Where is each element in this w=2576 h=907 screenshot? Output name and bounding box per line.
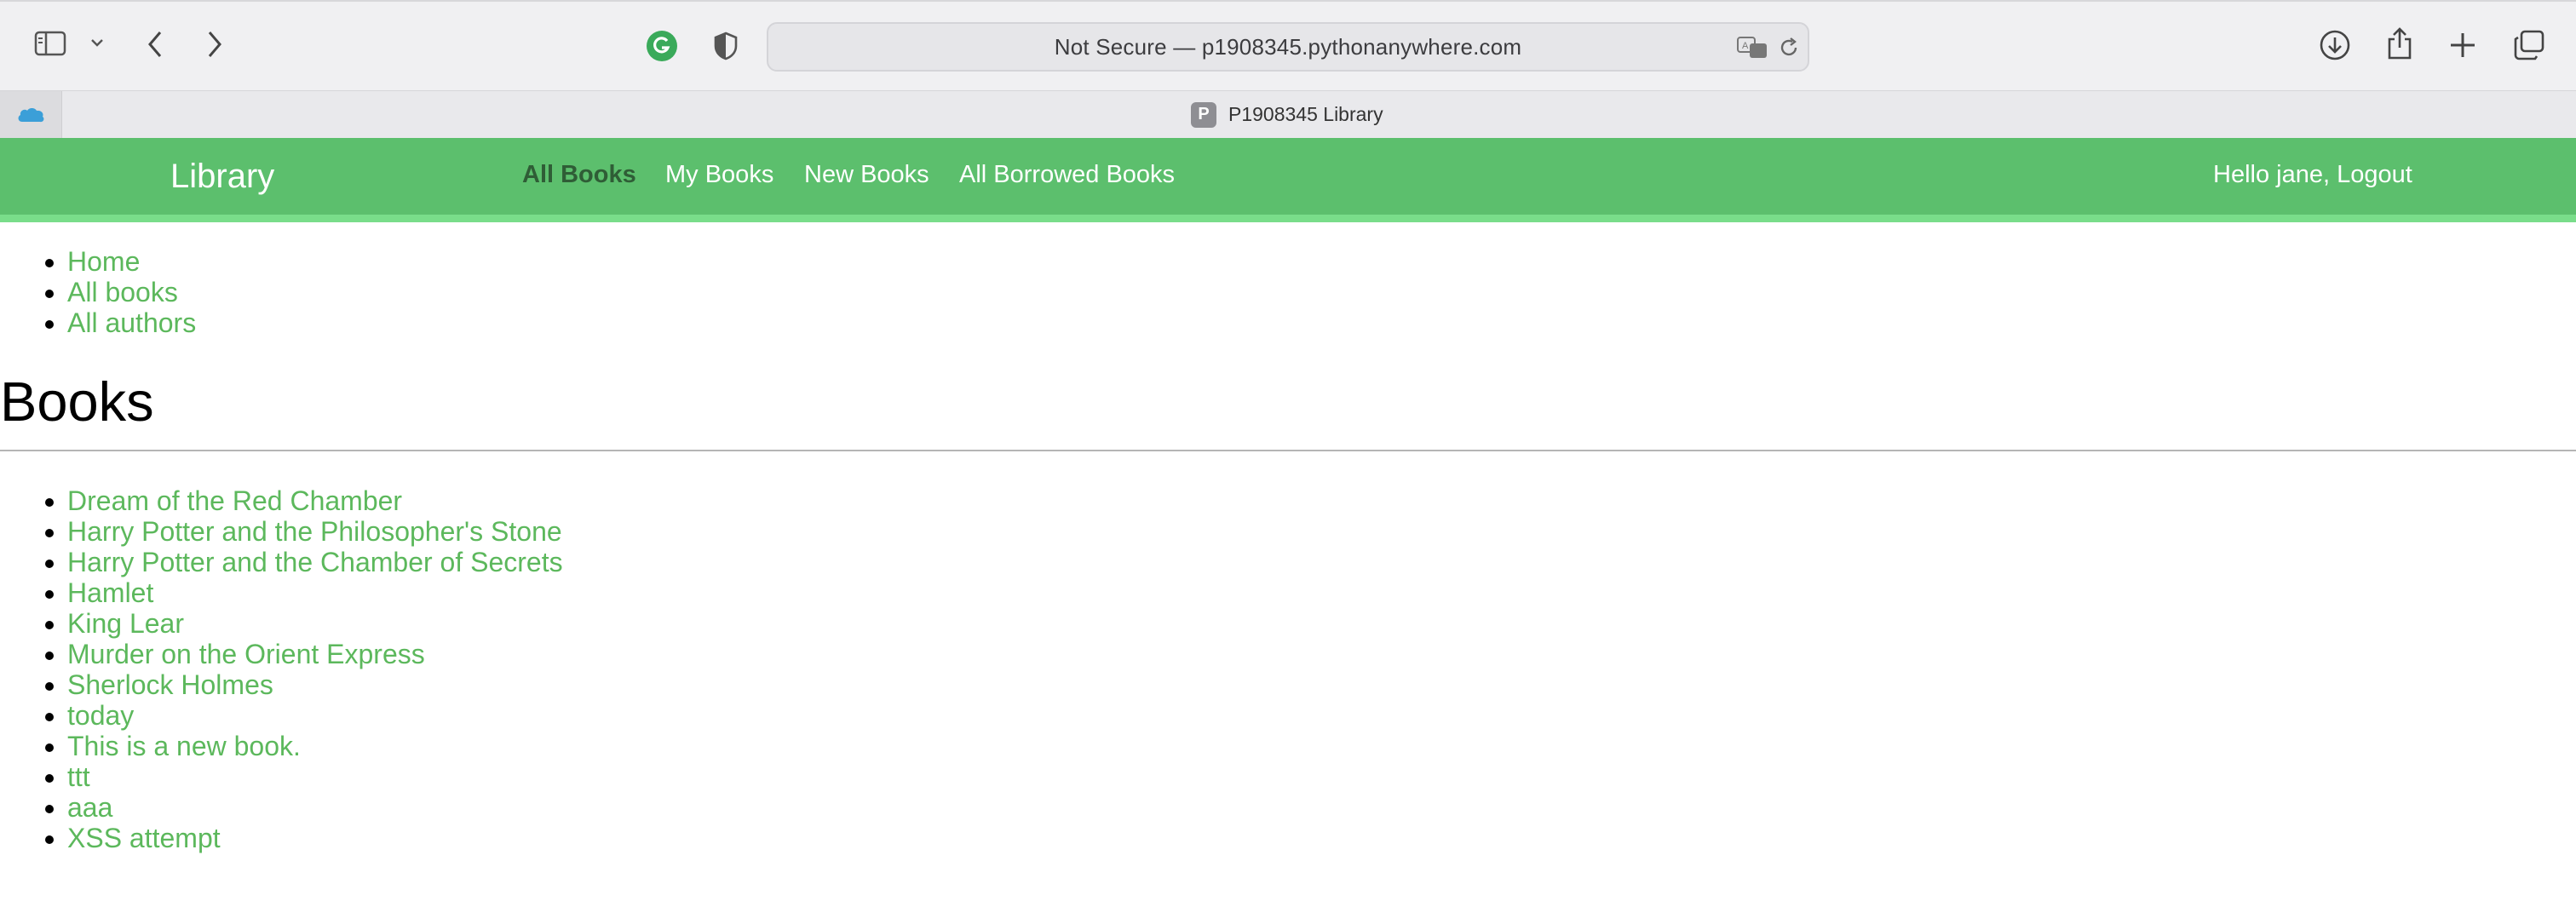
sidebar-nav: Home All books All authors xyxy=(0,246,2576,338)
address-bar[interactable]: Not Secure — p1908345.pythonanywhere.com… xyxy=(767,22,1809,72)
sidebar-toggle-icon[interactable] xyxy=(34,31,66,56)
book-link[interactable]: Dream of the Red Chamber xyxy=(67,485,402,516)
book-link[interactable]: Hamlet xyxy=(67,577,153,608)
list-item: Murder on the Orient Express xyxy=(67,639,2576,669)
book-link[interactable]: Murder on the Orient Express xyxy=(67,639,425,669)
book-link[interactable]: Harry Potter and the Chamber of Secrets xyxy=(67,547,563,577)
site-favicon: P xyxy=(1191,101,1216,128)
site-brand[interactable]: Library xyxy=(170,138,274,215)
book-link[interactable]: King Lear xyxy=(67,608,184,639)
tab-bar: P P1908345 Library xyxy=(0,90,2576,138)
share-icon[interactable] xyxy=(2385,26,2414,61)
tab-title: P1908345 Library xyxy=(1228,103,1383,125)
book-link[interactable]: ttt xyxy=(67,761,90,792)
book-link[interactable]: XSS attempt xyxy=(67,823,221,853)
sidebar-link-all-books[interactable]: All books xyxy=(67,277,178,307)
nav-all-books[interactable]: All Books xyxy=(522,138,636,215)
site-navbar: Library All Books My Books New Books All… xyxy=(0,138,2576,222)
list-item: Sherlock Holmes xyxy=(67,669,2576,700)
new-tab-icon[interactable] xyxy=(2448,31,2477,60)
svg-text:A: A xyxy=(1742,41,1749,51)
back-icon[interactable] xyxy=(143,29,167,60)
tab-overview-icon[interactable] xyxy=(2513,29,2545,61)
sidebar-item-home: Home xyxy=(67,246,2576,277)
nav-my-books[interactable]: My Books xyxy=(665,138,773,215)
list-item: This is a new book. xyxy=(67,731,2576,761)
book-link[interactable]: This is a new book. xyxy=(67,731,301,761)
sidebar-link-home[interactable]: Home xyxy=(67,246,140,277)
book-link[interactable]: today xyxy=(67,700,134,731)
list-item: ttt xyxy=(67,761,2576,792)
privacy-shield-icon[interactable] xyxy=(712,31,739,61)
salesforce-cloud-icon xyxy=(15,105,46,125)
grammarly-icon[interactable] xyxy=(646,30,678,62)
user-greeting-logout[interactable]: Hello jane, Logout xyxy=(2213,138,2412,215)
nav-new-books[interactable]: New Books xyxy=(804,138,929,215)
sidebar-list: Home All books All authors xyxy=(0,246,2576,338)
browser-toolbar: Not Secure — p1908345.pythonanywhere.com… xyxy=(0,0,2576,90)
downloads-icon[interactable] xyxy=(2319,29,2351,61)
chevron-down-icon[interactable] xyxy=(89,36,106,49)
page-title: Books xyxy=(0,370,154,433)
book-list-container: Dream of the Red Chamber Harry Potter an… xyxy=(0,485,2576,853)
list-item: Harry Potter and the Philosopher's Stone xyxy=(67,516,2576,547)
sidebar-item-all-authors: All authors xyxy=(67,307,2576,338)
list-item: today xyxy=(67,700,2576,731)
list-item: XSS attempt xyxy=(67,823,2576,853)
list-item: aaa xyxy=(67,792,2576,823)
url-text: Not Secure — p1908345.pythonanywhere.com xyxy=(1054,34,1522,60)
sidebar-item-all-books: All books xyxy=(67,277,2576,307)
list-item: Hamlet xyxy=(67,577,2576,608)
translate-icon[interactable]: A xyxy=(1736,35,1768,60)
book-link[interactable]: aaa xyxy=(67,792,112,823)
sidebar-link-all-authors[interactable]: All authors xyxy=(67,307,196,338)
book-link[interactable]: Sherlock Holmes xyxy=(67,669,273,700)
book-link[interactable]: Harry Potter and the Philosopher's Stone xyxy=(67,516,562,547)
list-item: Harry Potter and the Chamber of Secrets xyxy=(67,547,2576,577)
reload-icon[interactable] xyxy=(1777,36,1801,60)
pinned-tab[interactable] xyxy=(0,91,62,138)
divider xyxy=(0,450,2576,451)
nav-all-borrowed-books[interactable]: All Borrowed Books xyxy=(959,138,1175,215)
forward-icon[interactable] xyxy=(203,29,227,60)
list-item: King Lear xyxy=(67,608,2576,639)
active-tab[interactable]: P P1908345 Library xyxy=(1191,91,1383,138)
list-item: Dream of the Red Chamber xyxy=(67,485,2576,516)
book-list: Dream of the Red Chamber Harry Potter an… xyxy=(0,485,2576,853)
